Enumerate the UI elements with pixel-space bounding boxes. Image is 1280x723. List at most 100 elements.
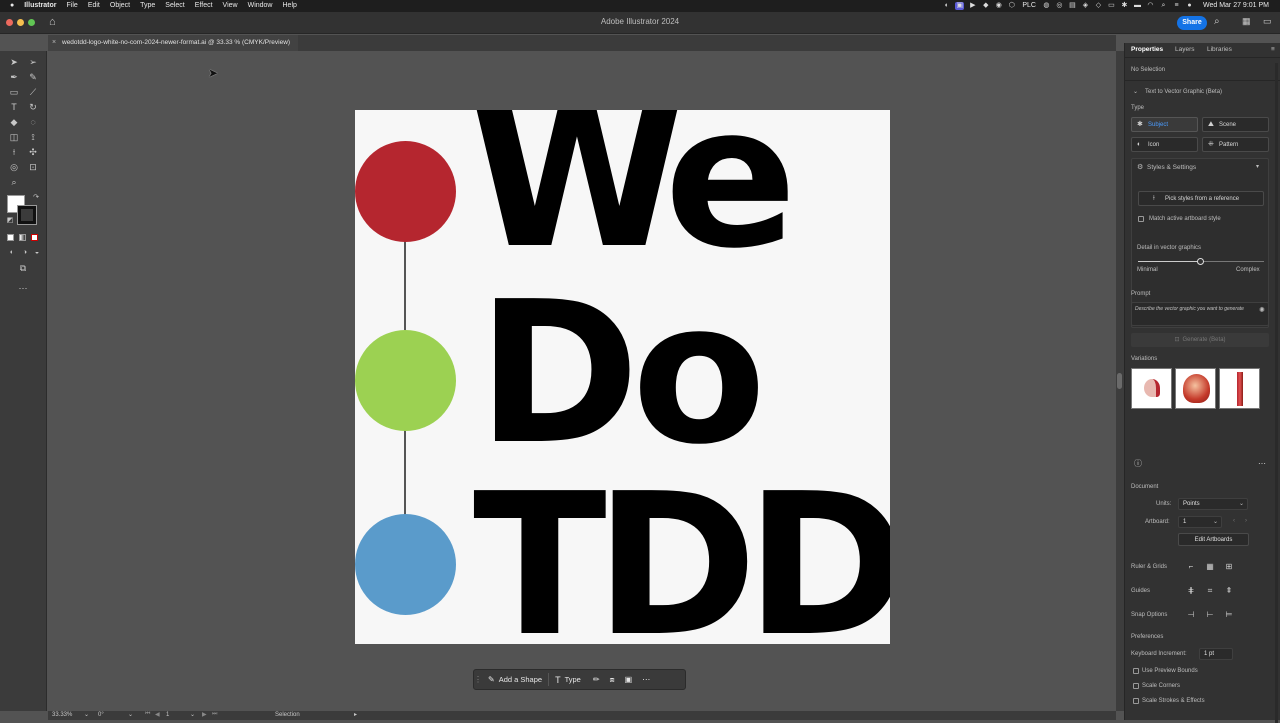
text-to-vector-heading[interactable]: Text to Vector Graphic (Beta) — [1145, 89, 1222, 95]
artboard-tool-icon[interactable]: ⊡ — [27, 161, 39, 173]
prev-artboard-icon[interactable]: ‹ — [1233, 518, 1235, 524]
pencil-icon[interactable]: ✏ — [593, 675, 600, 684]
tab-layers[interactable]: Layers — [1175, 46, 1195, 53]
status-menu-icon[interactable]: ▭ — [1107, 2, 1116, 10]
eyedropper-tool-icon[interactable]: ⟊ — [8, 146, 20, 158]
status-menu-icon[interactable]: ▶ — [968, 2, 977, 10]
draw-mode-icon[interactable]: ◐ — [6, 247, 18, 259]
arrange-documents-icon[interactable]: ▦ — [1242, 16, 1251, 27]
type-option-pattern[interactable]: ⁜ Pattern — [1202, 137, 1269, 152]
none-mode-icon[interactable] — [31, 234, 38, 241]
menu-object[interactable]: Object — [105, 0, 135, 12]
menu-help[interactable]: Help — [278, 0, 302, 12]
eraser-tool-icon[interactable]: ◆ — [8, 116, 20, 128]
match-artboard-checkbox[interactable] — [1138, 216, 1144, 222]
menu-window[interactable]: Window — [243, 0, 278, 12]
status-menu-arrow-icon[interactable]: ▸ — [354, 711, 357, 718]
artboard-number[interactable]: 1 — [166, 712, 169, 718]
bluetooth-icon[interactable]: ✱ — [1120, 2, 1129, 10]
keyboard-increment-input[interactable]: 1 pt — [1199, 648, 1233, 660]
smart-guides-icon[interactable]: ⇞ — [1224, 586, 1234, 596]
stroke-swatch[interactable] — [18, 206, 36, 224]
status-menu-icon[interactable]: ◎ — [1055, 2, 1064, 10]
screen-record-icon[interactable]: ▣ — [955, 2, 965, 10]
tab-libraries[interactable]: Libraries — [1207, 46, 1232, 53]
free-transform-tool-icon[interactable]: ◫ — [8, 131, 20, 143]
image-trace-icon[interactable]: ▣ — [625, 675, 633, 684]
share-button[interactable]: Share — [1177, 16, 1207, 30]
collapse-chevron-icon[interactable]: ⌄ — [1133, 88, 1138, 95]
puppet-warp-tool-icon[interactable]: ✣ — [27, 146, 39, 158]
status-menu-icon[interactable]: ◇ — [1094, 2, 1103, 10]
more-options-icon[interactable]: ⋯ — [1257, 459, 1267, 469]
panel-scrollbar[interactable] — [1275, 63, 1278, 723]
status-menu-icon[interactable]: ◉ — [994, 2, 1003, 10]
scale-corners-checkbox[interactable] — [1133, 683, 1139, 689]
gradient-mode-icon[interactable] — [19, 234, 26, 241]
next-artboard-icon[interactable]: › — [1245, 518, 1247, 524]
status-menu-icon[interactable]: ◆ — [981, 2, 990, 10]
curvature-tool-icon[interactable]: ✎ — [27, 71, 39, 83]
menu-view[interactable]: View — [218, 0, 243, 12]
draw-behind-icon[interactable]: ◑ — [19, 247, 31, 259]
type-tool-icon[interactable]: T — [8, 101, 20, 113]
status-menu-icon[interactable]: ◍ — [1042, 2, 1051, 10]
first-artboard-icon[interactable]: ⏮ — [145, 711, 150, 718]
wifi-icon[interactable]: ◠ — [1146, 2, 1155, 10]
artboard-select[interactable]: 1 ⌄ — [1178, 516, 1222, 528]
screen-mode-icon[interactable]: ⧉ — [17, 262, 29, 274]
siri-icon[interactable]: ● — [1185, 2, 1194, 10]
rotate-tool-icon[interactable]: ↻ — [27, 101, 39, 113]
detail-slider-thumb[interactable] — [1197, 258, 1204, 265]
generate-button[interactable]: ⊡ Generate (Beta) — [1131, 333, 1269, 347]
menu-app-name[interactable]: Illustrator — [19, 0, 61, 12]
status-menu-icon[interactable]: ▤ — [1068, 2, 1077, 10]
shape-builder-tool-icon[interactable]: ◎ — [8, 161, 20, 173]
type-button[interactable]: Type — [565, 675, 581, 684]
styles-settings-heading[interactable]: Styles & Settings — [1147, 164, 1196, 171]
type-icon[interactable]: T — [555, 675, 561, 685]
apple-icon[interactable]: ● — [0, 0, 19, 12]
grid-icon[interactable]: ▦ — [1205, 562, 1215, 572]
next-artboard-icon[interactable]: ▶ — [202, 711, 207, 718]
default-colors-icon[interactable]: ◩ — [4, 215, 16, 227]
zoom-dropdown-icon[interactable]: ⌄ — [84, 711, 89, 718]
lock-guides-icon[interactable]: ⌗ — [1205, 586, 1215, 596]
rotation-dropdown-icon[interactable]: ⌄ — [128, 711, 133, 718]
scale-strokes-checkbox[interactable] — [1133, 698, 1139, 704]
lasso-tool-icon[interactable]: ◌ — [27, 116, 39, 128]
menu-edit[interactable]: Edit — [83, 0, 105, 12]
prompt-suggestion-icon[interactable]: ✺ — [1259, 306, 1265, 314]
search-icon[interactable]: ⌕ — [1159, 2, 1168, 10]
status-menu-icon[interactable]: ◈ — [1081, 2, 1090, 10]
rotation-value[interactable]: 0° — [98, 712, 104, 718]
vertical-scrollbar[interactable] — [1116, 51, 1124, 711]
artboard[interactable]: We Do TDD — [355, 110, 890, 644]
control-center-icon[interactable]: ≡ — [1172, 2, 1181, 10]
battery-icon[interactable]: ▬ — [1133, 2, 1142, 10]
info-icon[interactable]: ⓘ — [1133, 459, 1143, 469]
variation-thumbnail-3[interactable] — [1219, 368, 1260, 409]
artboard-dropdown-icon[interactable]: ⌄ — [190, 711, 195, 718]
last-artboard-icon[interactable]: ⏭ — [212, 711, 217, 718]
snap-to-point-icon[interactable]: ⊣ — [1186, 610, 1196, 620]
menu-type[interactable]: Type — [135, 0, 160, 12]
chevron-down-icon[interactable]: ▾ — [1256, 163, 1259, 170]
units-select[interactable]: Points ⌄ — [1178, 498, 1248, 510]
type-option-icon[interactable]: ◐ Icon — [1131, 137, 1198, 152]
prompt-input[interactable]: Describe the vector graphic you want to … — [1131, 302, 1269, 326]
search-icon[interactable]: ⌕ — [1214, 16, 1220, 27]
paintbrush-tool-icon[interactable]: ⟋ — [27, 86, 39, 98]
menubar-clock[interactable]: Wed Mar 27 9:01 PM — [1198, 0, 1274, 12]
recolor-icon[interactable]: ⧈ — [610, 675, 615, 685]
drag-handle[interactable]: ⋮ — [474, 675, 482, 684]
add-shape-icon[interactable]: ✎ — [488, 675, 495, 684]
status-menu-icon[interactable]: ◐ — [942, 2, 951, 10]
document-tab[interactable]: × wedotdd-logo-white-no-com-2024-newer-f… — [48, 35, 299, 51]
draw-inside-icon[interactable]: ◒ — [31, 247, 43, 259]
swap-fill-stroke-icon[interactable]: ↷ — [30, 192, 42, 204]
panel-menu-icon[interactable]: ≡ — [1271, 46, 1275, 53]
panel-toggle-icon[interactable]: ▭ — [1263, 16, 1272, 27]
variation-thumbnail-1[interactable] — [1131, 368, 1172, 409]
color-mode-icon[interactable] — [7, 234, 14, 241]
